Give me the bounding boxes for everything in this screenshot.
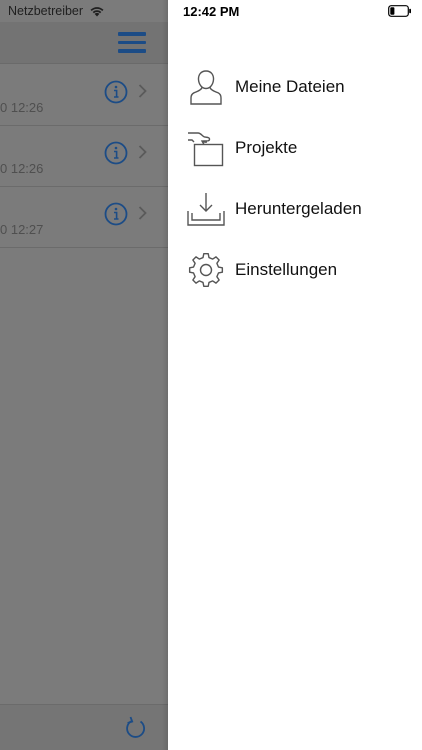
wifi-icon: [90, 7, 104, 17]
person-icon: [190, 70, 222, 105]
drawer-item-my-files[interactable]: Meine Dateien: [168, 63, 422, 111]
item-timestamp: 0 12:26: [0, 161, 44, 176]
item-timestamp: 0 12:27: [0, 222, 44, 237]
gear-icon: [188, 252, 224, 288]
status-time: 12:42 PM: [183, 4, 240, 19]
list-header: [0, 22, 168, 64]
item-timestamp: 0 12:26: [0, 100, 44, 115]
chevron-right-icon: [138, 84, 147, 98]
drawer-item-label: Projekte: [235, 138, 298, 157]
list-item[interactable]: 0 12:26: [0, 65, 168, 126]
info-icon[interactable]: [104, 141, 128, 165]
list-item[interactable]: 0 12:26: [0, 126, 168, 187]
drawer-item-projects[interactable]: Projekte: [168, 124, 422, 172]
info-icon[interactable]: [104, 202, 128, 226]
chevron-right-icon: [138, 206, 147, 220]
drawer-item-label: Heruntergeladen: [235, 199, 362, 218]
info-icon[interactable]: [104, 80, 128, 104]
download-tray-icon: [187, 193, 225, 226]
refresh-icon[interactable]: [124, 715, 148, 741]
drawer-item-settings[interactable]: Einstellungen: [168, 246, 422, 294]
battery-icon: [388, 5, 411, 17]
file-list-panel: Netzbetreiber 0 12:26 0 12:26 0 12:27: [0, 0, 168, 750]
hamburger-menu-icon[interactable]: [118, 32, 146, 54]
drawer-item-downloaded[interactable]: Heruntergeladen: [168, 185, 422, 233]
drawer-item-label: Einstellungen: [235, 260, 338, 279]
status-bar-left: Netzbetreiber: [0, 0, 168, 22]
carrier-name: Netzbetreiber: [8, 4, 84, 18]
chevron-right-icon: [138, 145, 147, 159]
drawer-item-label: Meine Dateien: [235, 77, 345, 96]
projects-icon: [188, 132, 224, 167]
list-item[interactable]: 0 12:27: [0, 187, 168, 248]
status-bar-right: 12:42 PM: [168, 0, 422, 22]
side-drawer: 12:42 PM Meine Dateien Projekte Herunter…: [168, 0, 422, 750]
list-toolbar: [0, 704, 168, 750]
